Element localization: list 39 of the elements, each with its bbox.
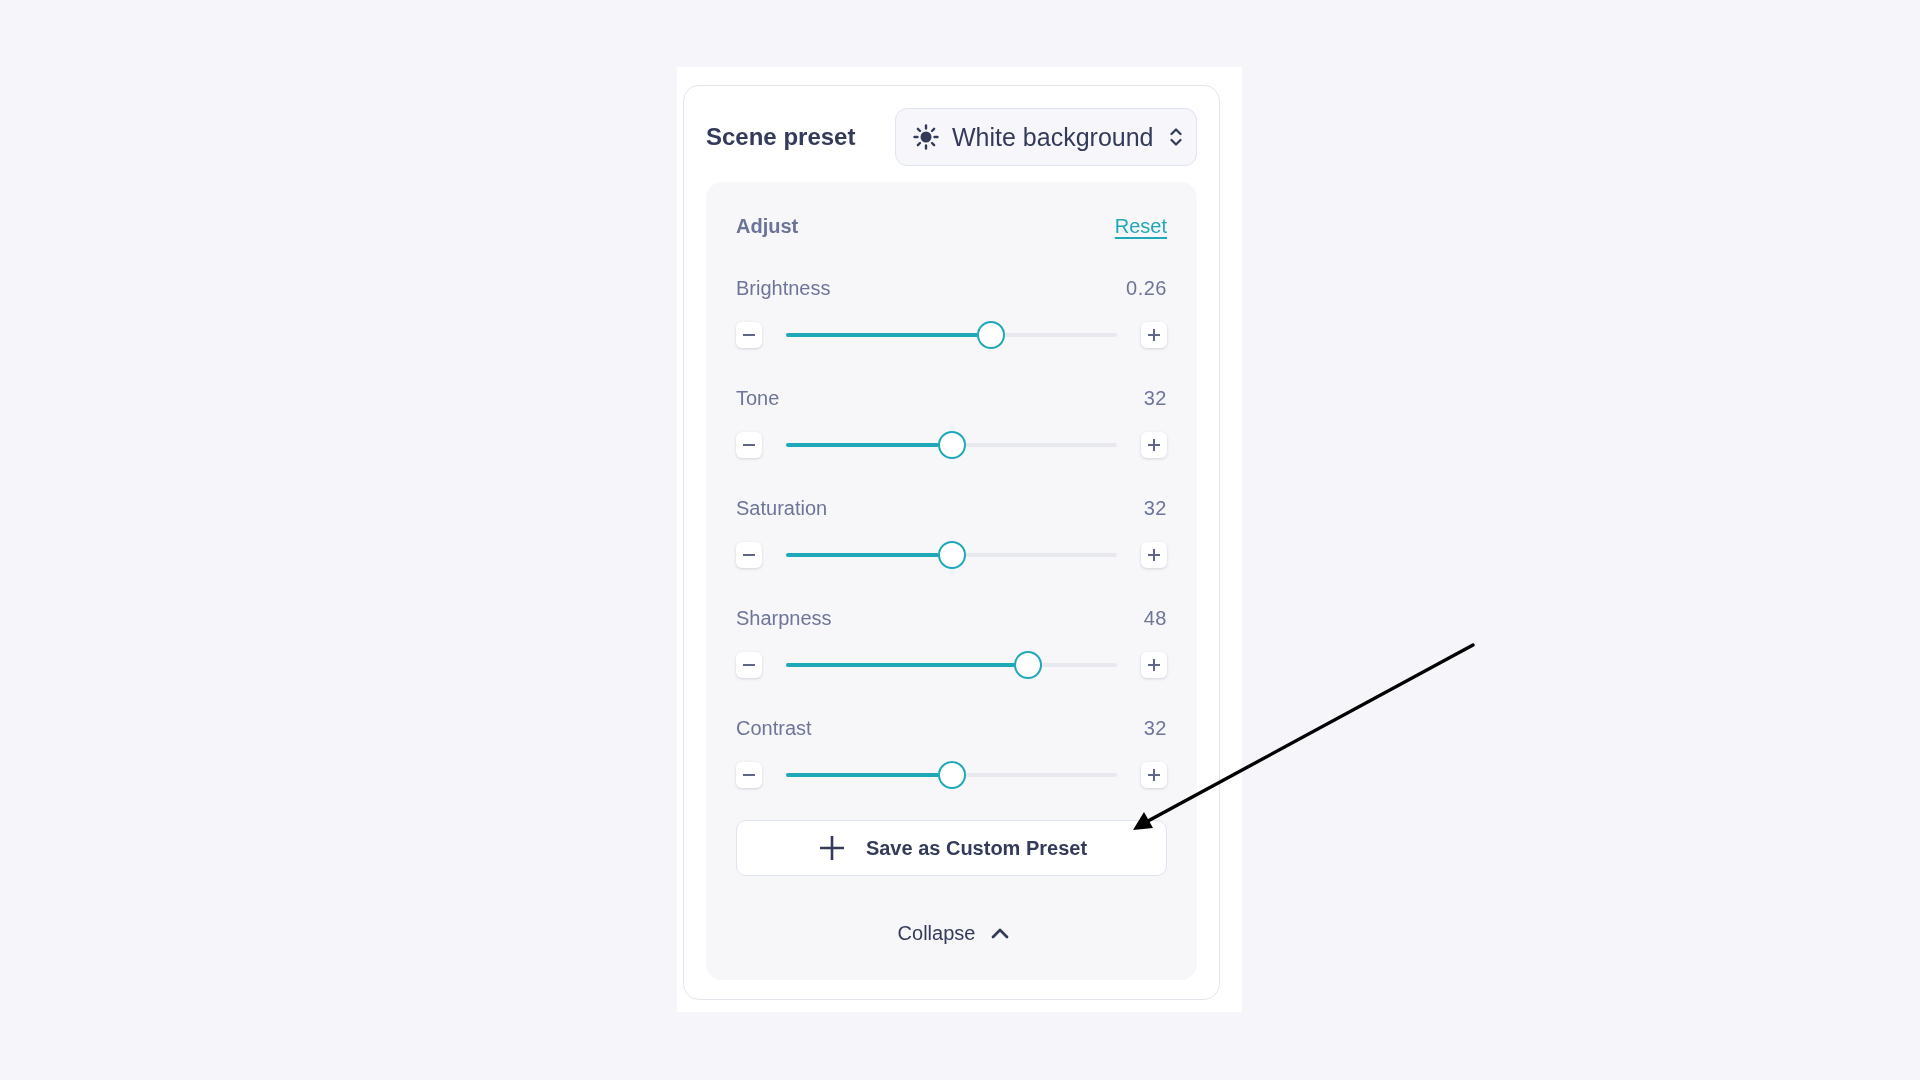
slider-thumb[interactable] — [1013, 651, 1042, 679]
save-preset-button[interactable]: Save as Custom Preset — [736, 820, 1167, 876]
preset-dropdown[interactable]: White background — [895, 108, 1197, 166]
slider-thumb[interactable] — [937, 761, 966, 789]
increase-button[interactable] — [1141, 762, 1167, 788]
slider-label: Contrast — [736, 716, 812, 740]
slider-value: 48 — [1143, 606, 1167, 630]
slider-thumb[interactable] — [937, 541, 966, 569]
slider-label: Saturation — [736, 496, 828, 520]
increase-button[interactable] — [1141, 322, 1167, 348]
chevron-up-icon — [991, 927, 1010, 939]
slider-thumb[interactable] — [977, 321, 1006, 349]
plus-icon — [1148, 329, 1160, 341]
increase-button[interactable] — [1141, 652, 1167, 678]
slider-value: 32 — [1143, 716, 1167, 740]
slider-label: Tone — [736, 386, 780, 410]
increase-button[interactable] — [1141, 432, 1167, 458]
adjust-heading: Adjust — [736, 214, 799, 238]
plus-icon — [1148, 439, 1160, 451]
plus-icon — [1148, 659, 1160, 671]
decrease-button[interactable] — [736, 432, 762, 458]
plus-icon — [1148, 769, 1160, 781]
slider-value: 32 — [1143, 496, 1167, 520]
decrease-button[interactable] — [736, 542, 762, 568]
slider-value: 32 — [1143, 386, 1167, 410]
decrease-button[interactable] — [736, 762, 762, 788]
collapse-button[interactable]: Collapse — [897, 921, 1010, 945]
slider-value: 0.26 — [1126, 276, 1167, 300]
increase-button[interactable] — [1141, 542, 1167, 568]
up-down-chevron-icon — [1170, 127, 1182, 147]
slider-thumb[interactable] — [937, 431, 966, 459]
slider-label: Brightness — [736, 276, 831, 300]
decrease-button[interactable] — [736, 652, 762, 678]
slider-label: Sharpness — [736, 606, 832, 630]
sun-icon — [913, 124, 939, 150]
plus-icon — [1148, 549, 1160, 561]
scene-preset-label: Scene preset — [706, 123, 856, 151]
decrease-button[interactable] — [736, 322, 762, 348]
plus-icon — [819, 836, 844, 860]
